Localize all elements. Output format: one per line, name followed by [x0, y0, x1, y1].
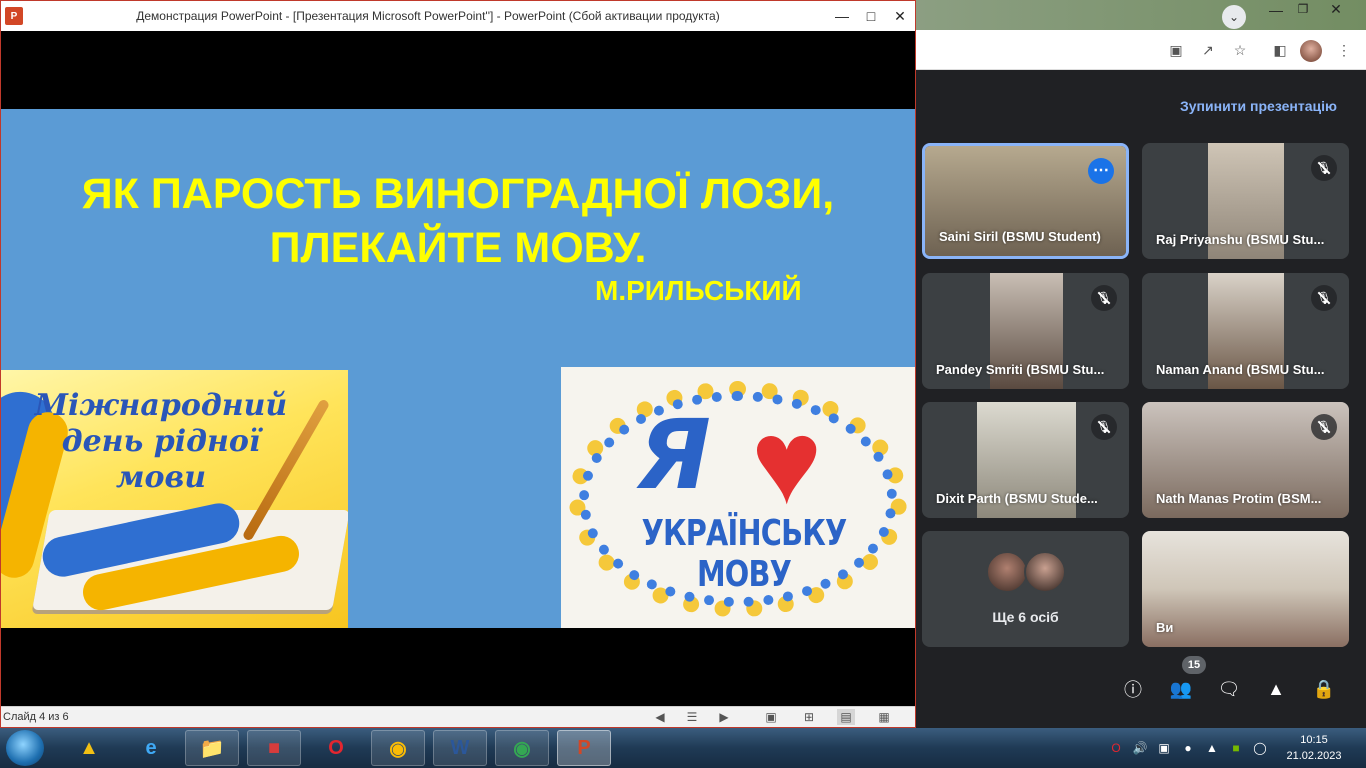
host-controls-icon[interactable]: 🔒: [1311, 676, 1337, 702]
taskbar-ie-icon[interactable]: e: [124, 730, 178, 766]
participant-name: Naman Anand (BSMU Stu...: [1156, 362, 1325, 377]
others-tile[interactable]: Ще 6 осіб: [922, 531, 1129, 647]
chat-icon[interactable]: 🗨: [1216, 676, 1242, 702]
clock-time: 10:15: [1300, 734, 1328, 746]
browser-restore-icon[interactable]: ❐: [1293, 2, 1313, 22]
mother-language-day-image: Міжнародний день рідної мови: [1, 370, 348, 628]
participant-tile-raj[interactable]: 🎙 Raj Priyanshu (BSMU Stu...: [1142, 143, 1349, 259]
browser-profile-avatar[interactable]: [1300, 40, 1322, 62]
reading-view-icon[interactable]: ▤: [837, 709, 855, 725]
mic-off-icon: 🎙: [1311, 155, 1337, 181]
slide-counter: Слайд 4 из 6: [3, 711, 69, 723]
start-button[interactable]: [6, 730, 44, 766]
normal-view-icon[interactable]: ▣: [762, 709, 780, 725]
browser-menu-icon[interactable]: ⋮: [1334, 40, 1354, 60]
participant-name: Raj Priyanshu (BSMU Stu...: [1156, 232, 1325, 247]
slide-title-line1: ЯК ПАРОСТЬ ВИНОГРАДНОЇ ЛОЗИ,: [81, 170, 835, 218]
stop-presenting-button[interactable]: Зупинити презентацію: [1180, 98, 1337, 114]
participant-name: Pandey Smriti (BSMU Stu...: [936, 362, 1105, 377]
slide[interactable]: ЯК ПАРОСТЬ ВИНОГРАДНОЇ ЛОЗИ, ПЛЕКАЙТЕ МО…: [1, 109, 915, 628]
close-button[interactable]: ✕: [885, 1, 915, 31]
tray-signal-icon[interactable]: ▲: [1204, 740, 1220, 756]
ppt-titlebar[interactable]: P Демонстрация PowerPoint - [Презентация…: [1, 1, 915, 31]
taskbar-chrome-icon[interactable]: ◉: [371, 730, 425, 766]
ppt-statusbar: Слайд 4 из 6 ◀ ☰ ▶ ▣ ⊞ ▤ ▦: [1, 706, 915, 727]
participant-tile-saini[interactable]: ⋯ Saini Siril (BSMU Student): [922, 143, 1129, 259]
taskbar-opera-icon[interactable]: O: [309, 730, 363, 766]
taskbar-archive-app-icon[interactable]: ▲: [62, 730, 116, 766]
slide-title: ЯК ПАРОСТЬ ВИНОГРАДНОЇ ЛОЗИ, ПЛЕКАЙТЕ МО…: [41, 167, 875, 275]
share-icon[interactable]: ↗: [1198, 40, 1218, 60]
mic-off-icon: 🎙: [1091, 285, 1117, 311]
others-avatar: [986, 551, 1028, 593]
window-title: Демонстрация PowerPoint - [Презентация M…: [136, 9, 720, 23]
participant-tile-naman[interactable]: 🎙 Naman Anand (BSMU Stu...: [1142, 273, 1349, 389]
more-options-icon[interactable]: ⋯: [1088, 158, 1114, 184]
participant-name: Saini Siril (BSMU Student): [939, 229, 1101, 244]
minimize-button[interactable]: —: [827, 1, 857, 31]
clock[interactable]: 10:15 21.02.2023: [1282, 732, 1346, 764]
tab-search-chevron-icon[interactable]: ⌄: [1222, 5, 1246, 29]
mic-off-icon: 🎙: [1311, 285, 1337, 311]
mic-off-icon: 🎙: [1311, 414, 1337, 440]
participant-tile-pandey[interactable]: 🎙 Pandey Smriti (BSMU Stu...: [922, 273, 1129, 389]
maximize-button[interactable]: □: [856, 1, 886, 31]
browser-minimize-icon[interactable]: —: [1266, 2, 1286, 22]
slide-viewport: ЯК ПАРОСТЬ ВИНОГРАДНОЇ ЛОЗИ, ПЛЕКАЙТЕ МО…: [1, 31, 915, 706]
tray-opera-icon[interactable]: O: [1108, 740, 1124, 756]
ya-letter: Я: [637, 399, 711, 511]
browser-close-icon[interactable]: ✕: [1324, 1, 1348, 23]
i-love-ukrainian-image: Я ♥ УКРАЇНСЬКУ МОВУ: [561, 367, 915, 628]
taskbar-powerpoint-icon[interactable]: P: [557, 730, 611, 766]
taskbar-explorer-icon[interactable]: 📁: [185, 730, 239, 766]
people-icon[interactable]: 👥: [1168, 676, 1194, 702]
slideshow-icon[interactable]: ▦: [875, 709, 893, 725]
browser-tab-strip: ⌄ — ❐ ✕: [916, 0, 1366, 30]
slide-sorter-icon[interactable]: ⊞: [800, 709, 818, 725]
self-label: Ви: [1156, 620, 1174, 635]
taskbar-pdf-app-icon[interactable]: ■: [247, 730, 301, 766]
side-panel-icon[interactable]: ◧: [1270, 40, 1290, 60]
tray-nvidia-icon[interactable]: ■: [1228, 740, 1244, 756]
others-count-label: Ще 6 осіб: [992, 609, 1059, 625]
others-avatar: [1024, 551, 1066, 593]
heart-icon: ♥: [751, 395, 823, 529]
activities-icon[interactable]: ▲: [1263, 676, 1289, 702]
slide-author: М.РИЛЬСЬКИЙ: [595, 275, 802, 306]
clock-date: 21.02.2023: [1286, 750, 1342, 762]
self-tile[interactable]: Ви: [1142, 531, 1349, 647]
camera-icon[interactable]: ▣: [1166, 40, 1186, 60]
tray-sync-icon[interactable]: ◯: [1252, 740, 1268, 756]
browser-toolbar: ▣ ↗ ☆ ◧ ⋮: [916, 30, 1366, 70]
participant-tile-nath[interactable]: 🎙 Nath Manas Protim (BSM...: [1142, 402, 1349, 518]
slide-menu-icon[interactable]: ☰: [683, 709, 701, 725]
mic-off-icon: 🎙: [1091, 414, 1117, 440]
taskbar: ▲ e 📁 ■ O ◉ W ◉ P O 🔊 ▣ ● ▲ ■ ◯ 10:15 21…: [0, 728, 1366, 768]
slide-title-line2: ПЛЕКАЙТЕ МОВУ.: [269, 224, 647, 272]
taskbar-word-icon[interactable]: W: [433, 730, 487, 766]
participant-name: Dixit Parth (BSMU Stude...: [936, 491, 1098, 506]
tray-device-icon[interactable]: ▣: [1156, 740, 1172, 756]
ukrainian-language-text: УКРАЇНСЬКУ МОВУ: [641, 513, 848, 595]
participant-tile-dixit[interactable]: 🎙 Dixit Parth (BSMU Stude...: [922, 402, 1129, 518]
bookmark-star-icon[interactable]: ☆: [1230, 40, 1250, 60]
previous-slide-icon[interactable]: ◀: [651, 709, 669, 725]
meeting-details-icon[interactable]: ⓘ: [1120, 676, 1146, 702]
tray-language-icon[interactable]: ●: [1180, 740, 1196, 756]
people-count-badge: 15: [1182, 656, 1206, 674]
powerpoint-window: P Демонстрация PowerPoint - [Презентация…: [0, 0, 916, 728]
taskbar-chrome-profile-icon[interactable]: ◉: [495, 730, 549, 766]
next-slide-icon[interactable]: ▶: [715, 709, 733, 725]
participant-name: Nath Manas Protim (BSM...: [1156, 491, 1322, 506]
mother-language-day-text: Міжнародний день рідної мови: [34, 388, 288, 495]
tray-volume-icon[interactable]: 🔊: [1132, 740, 1148, 756]
